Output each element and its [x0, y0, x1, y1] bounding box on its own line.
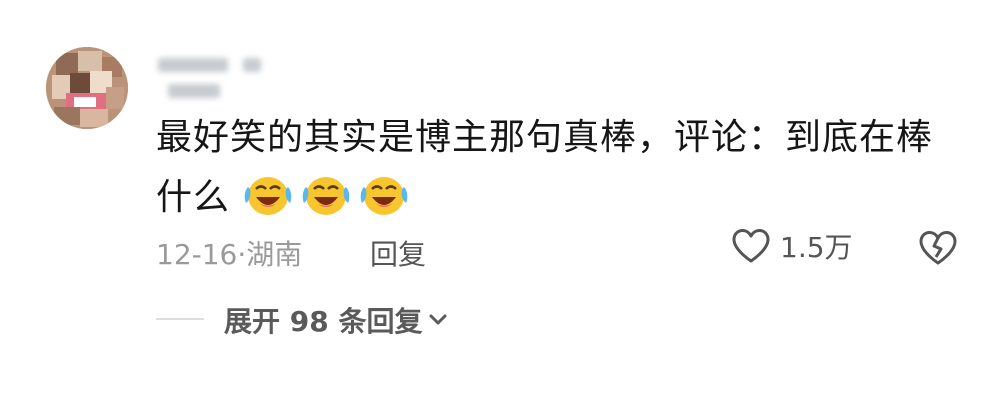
comment-line-2: 什么: [156, 168, 946, 228]
like-button[interactable]: 1.5万: [730, 226, 853, 266]
reply-button[interactable]: 回复: [370, 233, 426, 273]
chevron-down-icon: [429, 314, 447, 325]
expand-divider: [156, 318, 204, 320]
avatar[interactable]: [46, 47, 128, 129]
crying-laughing-emoji-icon: [303, 177, 350, 215]
broken-heart-icon: [919, 231, 957, 265]
expand-replies-label: 展开 98 条回复: [224, 305, 423, 338]
date-location: 12-16·湖南: [156, 238, 303, 271]
crying-laughing-emoji-icon: [361, 177, 408, 215]
comment-line-2-text: 什么: [156, 177, 231, 218]
dislike-button[interactable]: [917, 229, 959, 270]
like-count: 1.5万: [780, 231, 853, 264]
expand-replies-button[interactable]: 展开 98 条回复: [224, 300, 448, 340]
comment-line-1: 最好笑的其实是博主那句真棒，评论：到底在棒: [156, 117, 934, 158]
heart-outline-icon: [732, 229, 770, 263]
comment-text: 最好笑的其实是博主那句真棒，评论：到底在棒 什么: [156, 108, 946, 228]
username-blurred[interactable]: [158, 50, 323, 98]
crying-laughing-emoji-icon: [245, 177, 292, 215]
